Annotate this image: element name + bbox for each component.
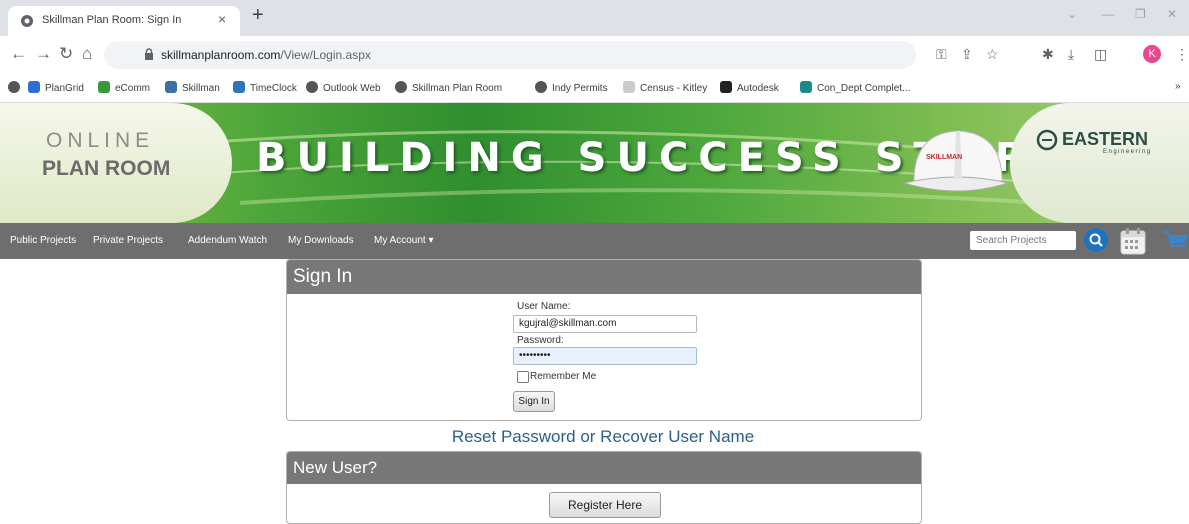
new-user-panel: New User? Register Here: [286, 451, 922, 524]
nav-my-account[interactable]: My Account ▾: [374, 235, 434, 246]
signin-header: Sign In: [287, 260, 921, 294]
remember-me-label: Remember Me: [530, 371, 597, 382]
bookmark-favicon-icon: [165, 81, 177, 93]
bookmark-item[interactable]: PlanGrid: [28, 81, 84, 94]
restore-icon[interactable]: ❐: [1135, 7, 1146, 21]
reload-icon[interactable]: ↻: [59, 44, 73, 64]
signin-title: Sign In: [293, 266, 353, 287]
nav-addendum-watch[interactable]: Addendum Watch: [188, 235, 267, 246]
remember-me-checkbox[interactable]: [517, 371, 529, 383]
url-host: skillmanplanroom.com: [161, 48, 281, 62]
search-projects-input[interactable]: [970, 231, 1076, 250]
address-bar[interactable]: skillmanplanroom.com/View/Login.aspx: [104, 41, 916, 69]
window-close-icon[interactable]: ✕: [1167, 7, 1177, 21]
new-user-header: New User?: [287, 452, 921, 484]
globe-icon: [21, 15, 33, 27]
bookmark-favicon-icon: [98, 81, 110, 93]
bookmark-label: Census - Kitley: [640, 83, 708, 94]
brand-panel: [1010, 103, 1189, 223]
bookmark-favicon-icon: [720, 81, 732, 93]
bookmark-favicon-icon: [306, 81, 318, 93]
new-user-title: New User?: [293, 458, 378, 477]
sidepanel-icon[interactable]: ◫: [1094, 46, 1107, 63]
profile-avatar[interactable]: K: [1143, 45, 1161, 63]
browser-tab-strip: Skillman Plan Room: Sign In × + ⌄ — ❐ ✕: [0, 0, 1189, 36]
back-arrow-icon[interactable]: ←: [10, 44, 27, 64]
bookmark-label: Indy Permits: [552, 83, 608, 94]
bookmark-label: Skillman: [182, 83, 220, 94]
password-field[interactable]: •••••••••: [513, 347, 697, 365]
chrome-icon[interactable]: [8, 81, 25, 94]
bookmark-favicon-icon: [623, 81, 635, 93]
bookmark-favicon-icon: [535, 81, 547, 93]
register-button[interactable]: Register Here: [549, 492, 661, 518]
url-path: /View/Login.aspx: [280, 48, 371, 62]
lock-icon: [145, 48, 153, 60]
calendar-icon[interactable]: [1119, 226, 1147, 256]
extensions-icon[interactable]: ✱: [1042, 46, 1054, 63]
bookmark-item[interactable]: Indy Permits: [535, 81, 608, 94]
banner-online-text: ONLINE: [46, 129, 155, 152]
bookmark-item[interactable]: Skillman Plan Room: [395, 81, 502, 94]
bookmark-item[interactable]: Outlook Web: [306, 81, 381, 94]
cart-icon[interactable]: [1162, 229, 1189, 253]
browser-toolbar: ← → ↻ ⌂ skillmanplanroom.com/View/Login.…: [0, 36, 1189, 74]
site-nav: Public Projects Private Projects Addendu…: [0, 223, 1189, 259]
bookmark-item[interactable]: eComm: [98, 81, 150, 94]
bookmark-item[interactable]: Autodesk: [720, 81, 779, 94]
reset-password-link[interactable]: Reset Password or Recover User Name: [286, 427, 920, 447]
tab-title: Skillman Plan Room: Sign In: [42, 14, 182, 26]
password-label: Password:: [517, 335, 564, 346]
share-icon[interactable]: ⇪: [961, 46, 973, 63]
chevron-down-icon[interactable]: ⌄: [1067, 7, 1077, 21]
eastern-logo-icon: [1036, 129, 1058, 151]
brand-name: EASTERN: [1062, 129, 1149, 149]
bookmark-item[interactable]: Census - Kitley: [623, 81, 707, 94]
hardhat-icon: SKILLMAN: [902, 130, 1010, 192]
bookmark-item[interactable]: Skillman: [165, 81, 220, 94]
bookmark-label: PlanGrid: [45, 83, 84, 94]
download-icon[interactable]: ⤓: [1068, 46, 1074, 63]
minimize-icon[interactable]: —: [1102, 7, 1114, 21]
site-banner: ONLINE PLAN ROOM BUILDING SUCCESS STORIE…: [0, 103, 1189, 223]
menu-icon[interactable]: ⋮: [1175, 46, 1189, 63]
username-label: User Name:: [517, 301, 571, 312]
nav-private-projects[interactable]: Private Projects: [93, 235, 163, 246]
browser-tab[interactable]: Skillman Plan Room: Sign In ×: [8, 6, 240, 36]
bookmark-favicon-icon: [800, 81, 812, 93]
bookmarks-overflow-icon[interactable]: »: [1175, 81, 1181, 92]
bookmark-label: TimeClock: [250, 83, 297, 94]
bookmark-item[interactable]: TimeClock: [233, 81, 297, 94]
bookmark-label: Autodesk: [737, 83, 779, 94]
hardhat-label: SKILLMAN: [926, 154, 962, 161]
new-tab-button[interactable]: +: [252, 4, 264, 27]
tab-close-icon[interactable]: ×: [218, 11, 226, 27]
bookmark-label: Outlook Web: [323, 83, 381, 94]
bookmark-label: eComm: [115, 83, 151, 94]
home-icon[interactable]: ⌂: [82, 44, 92, 64]
bookmark-label: Skillman Plan Room: [412, 83, 503, 94]
search-icon[interactable]: [1084, 228, 1108, 252]
bookmarks-bar: PlanGrid eComm Skillman TimeClock Outloo…: [0, 74, 1189, 103]
bookmark-label: Con_Dept Complet...: [817, 83, 911, 94]
signin-button[interactable]: Sign In: [513, 391, 555, 412]
url-text: skillmanplanroom.com/View/Login.aspx: [161, 48, 371, 62]
brand-subtitle: Engineering: [1103, 149, 1152, 155]
bookmark-favicon-icon: [395, 81, 407, 93]
forward-arrow-icon[interactable]: →: [35, 44, 52, 64]
bookmark-favicon-icon: [28, 81, 40, 93]
bookmark-item[interactable]: Con_Dept Complet...: [800, 81, 910, 94]
nav-public-projects[interactable]: Public Projects: [10, 235, 76, 246]
username-field[interactable]: kgujral@skillman.com: [513, 315, 697, 333]
star-icon[interactable]: ☆: [986, 46, 999, 63]
key-icon[interactable]: ⚿: [936, 46, 947, 63]
bookmark-favicon-icon: [233, 81, 245, 93]
signin-panel: Sign In User Name: kgujral@skillman.com …: [286, 259, 922, 421]
banner-plan-room-text: PLAN ROOM: [42, 157, 171, 180]
nav-my-downloads[interactable]: My Downloads: [288, 235, 354, 246]
